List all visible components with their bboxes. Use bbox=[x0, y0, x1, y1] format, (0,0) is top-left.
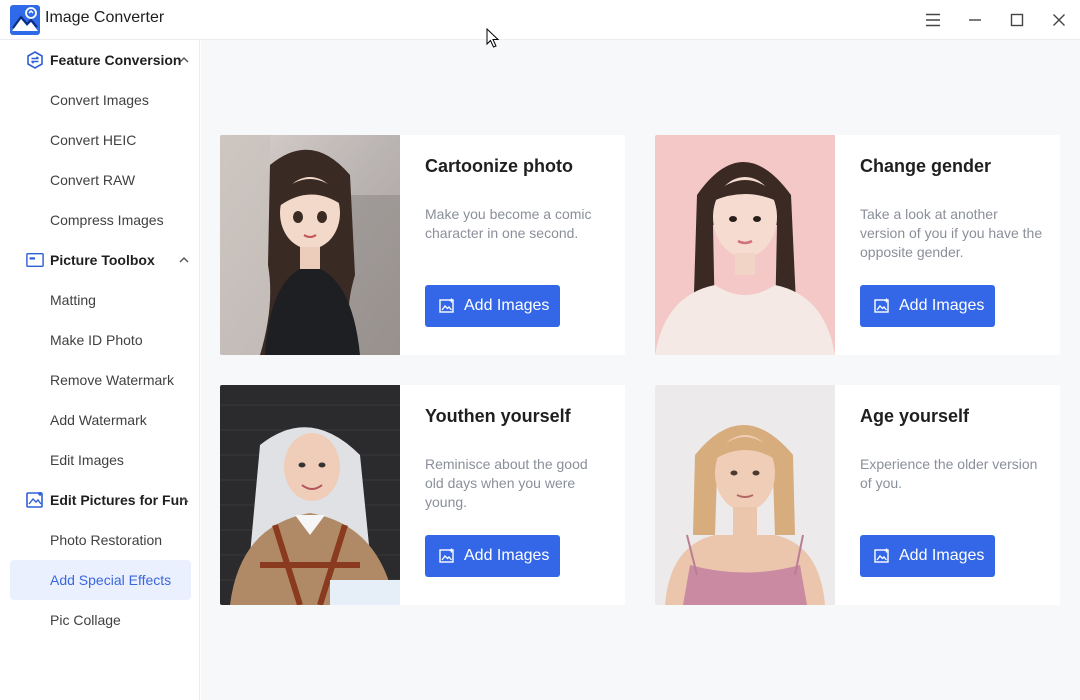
toolbox-icon bbox=[26, 251, 44, 269]
mouse-cursor-icon bbox=[486, 28, 500, 48]
card-cartoonize-photo: Cartoonize photo Make you become a comic… bbox=[220, 135, 625, 355]
sidebar-item-make-id-photo[interactable]: Make ID Photo bbox=[10, 320, 191, 360]
sidebar-item-convert-raw[interactable]: Convert RAW bbox=[10, 160, 191, 200]
button-label: Add Images bbox=[464, 297, 550, 314]
sidebar: Feature Conversion Convert Images Conver… bbox=[0, 40, 200, 700]
card-description: Reminisce about the good old days when y… bbox=[425, 456, 588, 510]
card-description: Experience the older version of you. bbox=[860, 456, 1038, 491]
close-icon bbox=[1053, 14, 1065, 26]
minimize-button[interactable] bbox=[963, 8, 987, 32]
section-picture-toolbox[interactable]: Picture Toolbox bbox=[0, 240, 200, 280]
maximize-icon bbox=[1010, 13, 1024, 27]
app-logo-icon bbox=[10, 5, 40, 35]
title-bar: Image Converter bbox=[0, 0, 1080, 40]
fun-picture-icon bbox=[26, 491, 44, 509]
card-description: Take a look at another version of you if… bbox=[860, 206, 1043, 260]
menu-button[interactable] bbox=[921, 8, 945, 32]
app-title: Image Converter bbox=[45, 9, 165, 26]
card-title: Age yourself bbox=[860, 406, 970, 426]
sidebar-item-convert-images[interactable]: Convert Images bbox=[10, 80, 191, 120]
menu-icon bbox=[926, 13, 940, 27]
close-button[interactable] bbox=[1047, 8, 1071, 32]
chevron-up-icon bbox=[178, 254, 190, 266]
sidebar-item-matting[interactable]: Matting bbox=[10, 280, 191, 320]
chevron-up-icon bbox=[178, 54, 190, 66]
card-title: Change gender bbox=[860, 156, 992, 176]
card-youthen-yourself: Youthen yourself Reminisce about the goo… bbox=[220, 385, 625, 605]
card-title: Youthen yourself bbox=[425, 406, 571, 426]
sidebar-item-photo-restoration[interactable]: Photo Restoration bbox=[10, 520, 191, 560]
add-images-button[interactable]: Add Images bbox=[425, 535, 560, 577]
add-image-icon bbox=[439, 298, 454, 313]
card-change-gender: Change gender Take a look at another ver… bbox=[655, 135, 1060, 355]
add-image-icon bbox=[439, 548, 454, 563]
maximize-button[interactable] bbox=[1005, 8, 1029, 32]
main-content: Cartoonize photo Make you become a comic… bbox=[201, 40, 1080, 700]
section-label: Edit Pictures for Fun bbox=[50, 492, 188, 508]
cartoon-girl-image bbox=[220, 135, 400, 355]
section-feature-conversion[interactable]: Feature Conversion bbox=[0, 40, 200, 80]
minimize-icon bbox=[969, 19, 981, 21]
sidebar-item-compress-images[interactable]: Compress Images bbox=[10, 200, 191, 240]
older-woman-image bbox=[655, 385, 835, 605]
button-label: Add Images bbox=[899, 547, 985, 564]
card-age-yourself: Age yourself Experience the older versio… bbox=[655, 385, 1060, 605]
section-edit-pictures-for-fun[interactable]: Edit Pictures for Fun bbox=[0, 480, 200, 520]
add-images-button[interactable]: Add Images bbox=[860, 535, 995, 577]
sidebar-item-convert-heic[interactable]: Convert HEIC bbox=[10, 120, 191, 160]
card-description: Make you become a comic character in one… bbox=[425, 206, 592, 241]
sidebar-item-pic-collage[interactable]: Pic Collage bbox=[10, 600, 191, 640]
card-title: Cartoonize photo bbox=[425, 156, 573, 176]
add-image-icon bbox=[874, 298, 889, 313]
section-label: Picture Toolbox bbox=[50, 252, 155, 268]
chevron-up-icon bbox=[178, 494, 190, 506]
blonde-woman-image bbox=[220, 385, 400, 605]
section-label: Feature Conversion bbox=[50, 52, 182, 68]
sidebar-item-edit-images[interactable]: Edit Images bbox=[10, 440, 191, 480]
sidebar-item-add-watermark[interactable]: Add Watermark bbox=[10, 400, 191, 440]
sidebar-item-remove-watermark[interactable]: Remove Watermark bbox=[10, 360, 191, 400]
add-images-button[interactable]: Add Images bbox=[425, 285, 560, 327]
button-label: Add Images bbox=[464, 547, 550, 564]
button-label: Add Images bbox=[899, 297, 985, 314]
add-images-button[interactable]: Add Images bbox=[860, 285, 995, 327]
conversion-icon bbox=[26, 51, 44, 69]
add-image-icon bbox=[874, 548, 889, 563]
woman-portrait-image bbox=[655, 135, 835, 355]
sidebar-item-add-special-effects[interactable]: Add Special Effects bbox=[10, 560, 191, 600]
